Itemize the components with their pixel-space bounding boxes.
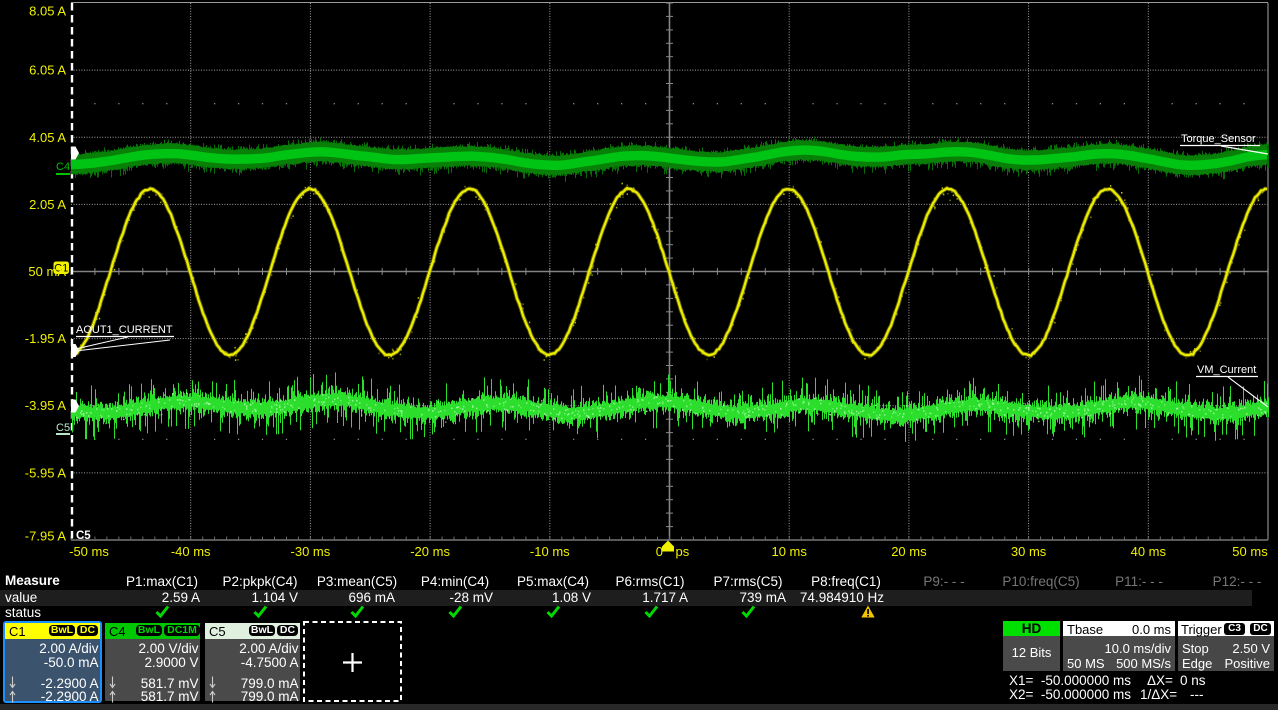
- svg-text:-20 ms: -20 ms: [410, 544, 450, 559]
- svg-text:6.05 A: 6.05 A: [29, 63, 66, 78]
- svg-text:50 mA: 50 mA: [28, 264, 66, 279]
- svg-text:8.05 A: 8.05 A: [29, 4, 66, 19]
- svg-text:20 ms: 20 ms: [891, 544, 927, 559]
- svg-text:-10 ms: -10 ms: [530, 544, 570, 559]
- svg-text:C5: C5: [76, 530, 91, 542]
- svg-text:50 ms: 50 ms: [1232, 544, 1268, 559]
- svg-text:40 ms: 40 ms: [1131, 544, 1167, 559]
- svg-text:AOUT1_CURRENT: AOUT1_CURRENT: [76, 324, 173, 336]
- svg-text:-40 ms: -40 ms: [171, 544, 211, 559]
- svg-text:Torque_Sensor: Torque_Sensor: [1181, 133, 1256, 145]
- svg-text:10 ms: 10 ms: [771, 544, 807, 559]
- svg-text:C4: C4: [56, 161, 70, 173]
- svg-text:4.05 A: 4.05 A: [29, 130, 66, 145]
- svg-text:VM_Current: VM_Current: [1197, 364, 1256, 376]
- svg-text:30 ms: 30 ms: [1011, 544, 1047, 559]
- svg-text:ps: ps: [676, 544, 690, 559]
- svg-text:-1.95 A: -1.95 A: [25, 331, 67, 346]
- svg-text:C5: C5: [56, 422, 70, 434]
- svg-text:-50 ms: -50 ms: [69, 544, 109, 559]
- svg-text:-7.95 A: -7.95 A: [25, 529, 67, 544]
- svg-text:-30 ms: -30 ms: [291, 544, 331, 559]
- svg-text:-3.95 A: -3.95 A: [25, 398, 67, 413]
- svg-text:0: 0: [656, 544, 663, 559]
- svg-text:-5.95 A: -5.95 A: [25, 465, 67, 480]
- svg-text:2.05 A: 2.05 A: [29, 197, 66, 212]
